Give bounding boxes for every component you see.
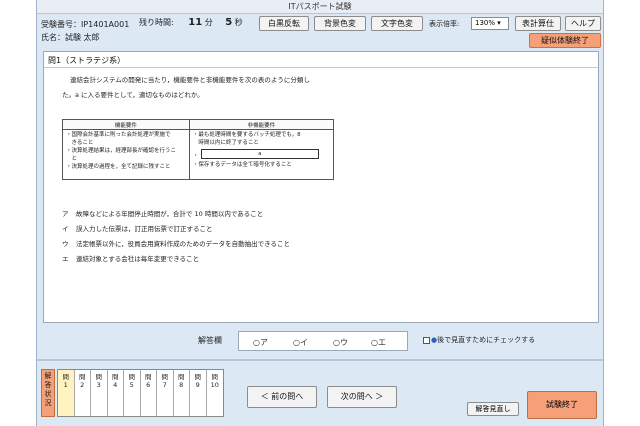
functional-line-5: ・決算処理の過程を，全て記録に残すこと xyxy=(66,164,171,170)
exam-window: ITパスポート試験 受験番号：IP1401A001 氏名：試験 太郎 残り時間:… xyxy=(36,0,604,426)
background-color-button[interactable]: 背景色変 xyxy=(314,16,366,31)
question-stem-line2: た。a に入る要件として，適切なものはどれか。 xyxy=(62,91,204,99)
functional-line-4: と xyxy=(66,156,78,162)
help-button[interactable]: ヘルプ xyxy=(565,16,601,31)
zoom-select[interactable]: 130% ▾ xyxy=(471,17,509,30)
functional-header: 機能要件 xyxy=(62,119,190,130)
question-status-number: 2 xyxy=(80,381,85,389)
question-status-prefix: 問 xyxy=(79,373,86,381)
minutes-unit: 分 xyxy=(204,18,213,27)
functional-line-1: ・国際会計基準に則った会計処理が実施で xyxy=(66,132,171,138)
question-status-cell[interactable]: 問3 xyxy=(91,370,108,416)
answer-option-i[interactable]: ○イ xyxy=(293,337,308,348)
question-status-cell[interactable]: 問8 xyxy=(174,370,190,416)
answer-option-e[interactable]: ○エ xyxy=(371,337,386,348)
end-exam-button[interactable]: 試験終了 xyxy=(527,391,597,419)
remaining-time: 残り時間: 11 分 5 秒 xyxy=(139,17,243,28)
blank-a-box: a xyxy=(200,149,319,159)
question-status-prefix: 問 xyxy=(145,373,152,381)
nonfunctional-line-2: 時間以内に終了すること xyxy=(192,140,259,146)
question-status-prefix: 問 xyxy=(211,373,219,381)
nonfunctional-header: 非機能要件 xyxy=(188,119,335,130)
answer-label: 解答欄 xyxy=(198,336,222,345)
end-mock-exam-button[interactable]: 疑似体験終了 xyxy=(529,33,601,48)
remaining-minutes: 11 xyxy=(188,17,203,28)
question-status-number: 9 xyxy=(195,381,200,389)
question-status-number: 6 xyxy=(146,381,151,389)
choice-a-text: 故障などによる年間停止時間が，合計で 10 時間以内であること xyxy=(76,210,264,218)
question-status-prefix: 問 xyxy=(178,373,185,381)
question-status-prefix: 問 xyxy=(95,373,103,381)
review-later-check[interactable]: ●後で見直すためにチェックする xyxy=(423,335,535,345)
choice-i-text: 誤入力した伝票は，訂正用伝票で訂正すること xyxy=(76,225,213,233)
question-status-prefix: 問 xyxy=(161,373,169,381)
question-status-number: 10 xyxy=(210,381,219,389)
question-status-cell[interactable]: 問1 xyxy=(58,370,75,416)
question-status-cell[interactable]: 問6 xyxy=(141,370,157,416)
question-status-number: 4 xyxy=(113,381,118,389)
question-status-cell[interactable]: 問7 xyxy=(157,370,174,416)
question-status-number: 8 xyxy=(179,381,184,389)
question-panel: 問1（ストラテジ系） 連結会計システムの開発に当たり，機能要件と非機能要件を次の… xyxy=(43,51,599,323)
functional-line-2: きること xyxy=(66,140,94,146)
nonfunctional-line-1: ・最も処理時間を要するバッチ処理でも，8 xyxy=(192,132,301,138)
nonfunctional-line-3: ・保存するデータは全て暗号化すること xyxy=(192,162,292,168)
question-status-number: 1 xyxy=(63,381,68,389)
remaining-seconds: 5 xyxy=(225,17,233,28)
choice-u-key: ウ xyxy=(62,240,69,248)
question-status-cell[interactable]: 問2 xyxy=(75,370,91,416)
question-status-grid: 問 1 問 2 問 3 問 4 問 5 問 6 問 7 問 8 問 9 問 10 xyxy=(57,369,224,417)
spreadsheet-spec-button[interactable]: 表計算仕 xyxy=(515,16,561,31)
question-title: 問1（ストラテジ系） xyxy=(48,56,126,65)
title-divider xyxy=(44,67,598,68)
choice-a-key: ア xyxy=(62,210,69,218)
question-status-cell[interactable]: 問5 xyxy=(124,370,141,416)
zoom-label: 表示倍率: xyxy=(429,20,460,28)
seconds-unit: 秒 xyxy=(234,18,243,27)
blank-row: ・ a xyxy=(193,149,330,159)
examinee-name: 氏名：試験 太郎 xyxy=(41,33,100,42)
choice-i: イ誤入力した伝票は，訂正用伝票で訂正すること xyxy=(62,223,213,233)
requirements-table: 機能要件 非機能要件 ・国際会計基準に則った会計処理が実施で きること ・決算処… xyxy=(62,119,335,180)
exam-number: 受験番号：IP1401A001 xyxy=(41,20,130,29)
choice-e: エ連結対象とする会社は毎年変更できること xyxy=(62,253,199,263)
functional-cell: ・国際会計基準に則った会計処理が実施で きること ・決算処理結果は，経理部長が確… xyxy=(62,129,190,180)
choice-i-key: イ xyxy=(62,225,69,233)
answer-options-box: ○ア ○イ ○ウ ○エ xyxy=(238,331,408,351)
review-check-label: 後で見直すためにチェックする xyxy=(437,336,536,344)
choice-u: ウ法定帳票以外に，役員会用資料作成のためのデータを自動抽出できること xyxy=(62,238,290,248)
review-checkbox[interactable] xyxy=(423,336,430,344)
question-status-cell[interactable]: 問4 xyxy=(108,370,124,416)
choice-a: ア故障などによる年間停止時間が，合計で 10 時間以内であること xyxy=(62,208,263,218)
remaining-time-label: 残り時間: xyxy=(139,18,174,27)
invert-colors-button[interactable]: 白黒反転 xyxy=(259,16,309,31)
text-color-button[interactable]: 文字色変 xyxy=(371,16,423,31)
choice-e-key: エ xyxy=(62,255,69,263)
window-title: ITパスポート試験 xyxy=(37,0,603,14)
answer-option-u[interactable]: ○ウ xyxy=(333,337,348,348)
question-status-number: 3 xyxy=(96,381,101,389)
question-status-cell[interactable]: 問9 xyxy=(190,370,207,416)
question-status-prefix: 問 xyxy=(194,373,202,381)
question-status-prefix: 問 xyxy=(62,373,70,381)
nonfunctional-cell: ・最も処理時間を要するバッチ処理でも，8 時間以内に終了すること ・ a ・保存… xyxy=(188,129,335,180)
choice-u-text: 法定帳票以外に，役員会用資料作成のためのデータを自動抽出できること xyxy=(76,240,291,248)
question-status-number: 5 xyxy=(129,381,134,389)
blank-bullet: ・ xyxy=(192,153,199,159)
footer-bar: 解答状況 問 1 問 2 問 3 問 4 問 5 問 6 問 7 問 8 問 9 問 10 ＜ 前の問へ 次の問へ ＞… xyxy=(37,359,603,426)
answer-option-a[interactable]: ○ア xyxy=(253,337,268,348)
functional-line-3: ・決算処理結果は，経理部長が確認を行うこ xyxy=(66,148,177,154)
choice-e-text: 連結対象とする会社は毎年変更できること xyxy=(76,255,200,263)
answer-review-button[interactable]: 解答見直し xyxy=(467,402,519,416)
question-status-number: 7 xyxy=(162,381,167,389)
question-status-prefix: 問 xyxy=(112,373,119,381)
question-status-prefix: 問 xyxy=(128,373,136,381)
question-stem-line1: 連結会計システムの開発に当たり，機能要件と非機能要件を次の表のように分類し xyxy=(70,76,310,84)
next-question-button[interactable]: 次の問へ ＞ xyxy=(327,386,397,408)
answer-status-label: 解答状況 xyxy=(41,369,55,417)
answer-row: 解答欄 ○ア ○イ ○ウ ○エ ●後で見直すためにチェックする xyxy=(43,330,599,352)
question-status-cell[interactable]: 問 10 xyxy=(207,370,224,416)
prev-question-button[interactable]: ＜ 前の問へ xyxy=(247,386,317,408)
